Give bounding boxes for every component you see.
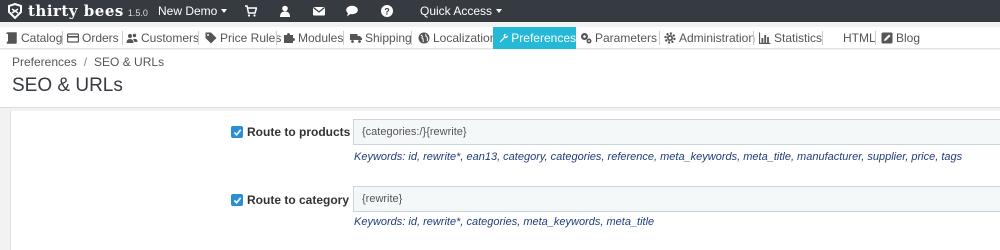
shopping-cart-icon[interactable] xyxy=(245,5,257,17)
globe-icon xyxy=(418,32,430,44)
top-bar: thirty bees 1.5.0 New Demo ? Quick Acces… xyxy=(0,0,1000,22)
nav-item-parameters[interactable]: Parameters xyxy=(580,27,657,49)
nav-item-preferences[interactable]: Preferences xyxy=(493,27,576,49)
route-products-label-group: Route to products xyxy=(231,125,350,139)
nav-item-label: Catalog xyxy=(21,31,63,45)
nav-divider xyxy=(198,31,199,45)
nav-divider xyxy=(753,31,754,45)
cogs-icon xyxy=(581,33,592,44)
chat-bubble-icon[interactable] xyxy=(346,5,358,17)
route-products-checkbox[interactable] xyxy=(231,126,243,138)
nav-divider xyxy=(411,31,412,45)
nav-item-label: Parameters xyxy=(595,31,658,45)
breadcrumb: Preferences / SEO & URLs xyxy=(12,55,164,69)
version-label: 1.5.0 xyxy=(127,7,148,18)
truck-icon xyxy=(350,34,362,43)
logo-text: thirty bees xyxy=(28,2,124,20)
route-category-label-group: Route to category xyxy=(231,193,349,207)
route-category-checkbox[interactable] xyxy=(231,194,243,206)
nav-item-label: Statistics xyxy=(774,31,823,45)
nav-item-blog[interactable]: Blog xyxy=(881,27,920,49)
wrench-icon xyxy=(499,33,508,43)
nav-item-html[interactable]: HTML xyxy=(843,27,876,49)
breadcrumb-item-current: SEO & URLs xyxy=(94,55,165,69)
page-title: SEO & URLs xyxy=(12,75,123,96)
checkmark-icon xyxy=(233,128,241,136)
svg-text:?: ? xyxy=(384,6,390,16)
puzzle-icon xyxy=(284,33,295,43)
tag-icon xyxy=(205,32,217,44)
new-demo-dropdown[interactable]: New Demo xyxy=(158,0,228,22)
edit-icon xyxy=(881,32,893,44)
route-products-label: Route to products xyxy=(247,125,351,139)
nav-item-label: Price Rules xyxy=(220,31,282,45)
user-icon[interactable] xyxy=(279,5,291,17)
nav-divider xyxy=(875,31,876,45)
nav-item-customers[interactable]: Customers xyxy=(126,27,199,49)
bar-chart-icon xyxy=(759,32,771,44)
nav-item-orders[interactable]: Orders xyxy=(67,27,119,49)
nav-item-label: Preferences xyxy=(511,31,576,45)
route-category-label: Route to category xyxy=(247,193,350,207)
nav-item-label: Blog xyxy=(896,31,921,45)
quick-access-label: Quick Access xyxy=(420,4,493,18)
nav-divider xyxy=(343,31,344,45)
envelope-icon[interactable] xyxy=(313,5,325,17)
users-icon xyxy=(126,33,138,43)
nav-item-localization[interactable]: Localization xyxy=(418,27,496,49)
nav-item-administration[interactable]: Administration xyxy=(664,27,755,49)
nav-divider xyxy=(659,31,660,45)
nav-item-shipping[interactable]: Shipping xyxy=(350,27,412,49)
new-demo-label: New Demo xyxy=(158,4,218,18)
nav-item-modules[interactable]: Modules xyxy=(283,27,343,49)
checkmark-icon xyxy=(233,196,241,204)
logo[interactable]: thirty bees 1.5.0 xyxy=(6,2,148,20)
page-header: Preferences / SEO & URLs SEO & URLs xyxy=(0,50,1000,108)
credit-card-icon xyxy=(67,33,79,43)
nav-item-label: Administration xyxy=(679,31,756,45)
nav-item-label: HTML xyxy=(843,31,876,45)
book-icon xyxy=(6,32,17,44)
seo-routes-panel: Route to products Keywords: id, rewrite*… xyxy=(10,111,1000,250)
gear-icon xyxy=(664,32,676,44)
chevron-down-icon xyxy=(496,9,503,13)
breadcrumb-separator: / xyxy=(83,55,88,69)
route-category-input[interactable] xyxy=(353,186,1000,212)
nav-item-label: Orders xyxy=(82,31,119,45)
nav-item-label: Customers xyxy=(141,31,200,45)
route-category-keywords: Keywords: id, rewrite*, categories, meta… xyxy=(354,216,655,228)
nav-item-label: Shipping xyxy=(365,31,412,45)
nav-divider xyxy=(276,31,277,45)
breadcrumb-item-preferences[interactable]: Preferences xyxy=(12,55,77,69)
route-products-keywords: Keywords: id, rewrite*, ean13, category,… xyxy=(354,151,963,163)
quick-access-dropdown[interactable]: Quick Access xyxy=(420,0,503,22)
nav-item-statistics[interactable]: Statistics xyxy=(759,27,822,49)
nav-divider xyxy=(62,31,63,45)
route-products-input[interactable] xyxy=(353,119,1000,145)
nav-divider xyxy=(822,31,823,45)
nav-item-price-rules[interactable]: Price Rules xyxy=(205,27,281,49)
nav-item-catalog[interactable]: Catalog xyxy=(6,27,62,49)
nav-item-label: Modules xyxy=(298,31,344,45)
nav-item-label: Localization xyxy=(433,31,497,45)
nav-divider xyxy=(122,31,123,45)
thirty-bees-logo-icon xyxy=(8,3,22,19)
help-icon[interactable]: ? xyxy=(381,5,393,17)
chevron-down-icon xyxy=(221,9,228,13)
main-nav: Catalog Orders Customers Price Rules Mod… xyxy=(0,27,1000,49)
